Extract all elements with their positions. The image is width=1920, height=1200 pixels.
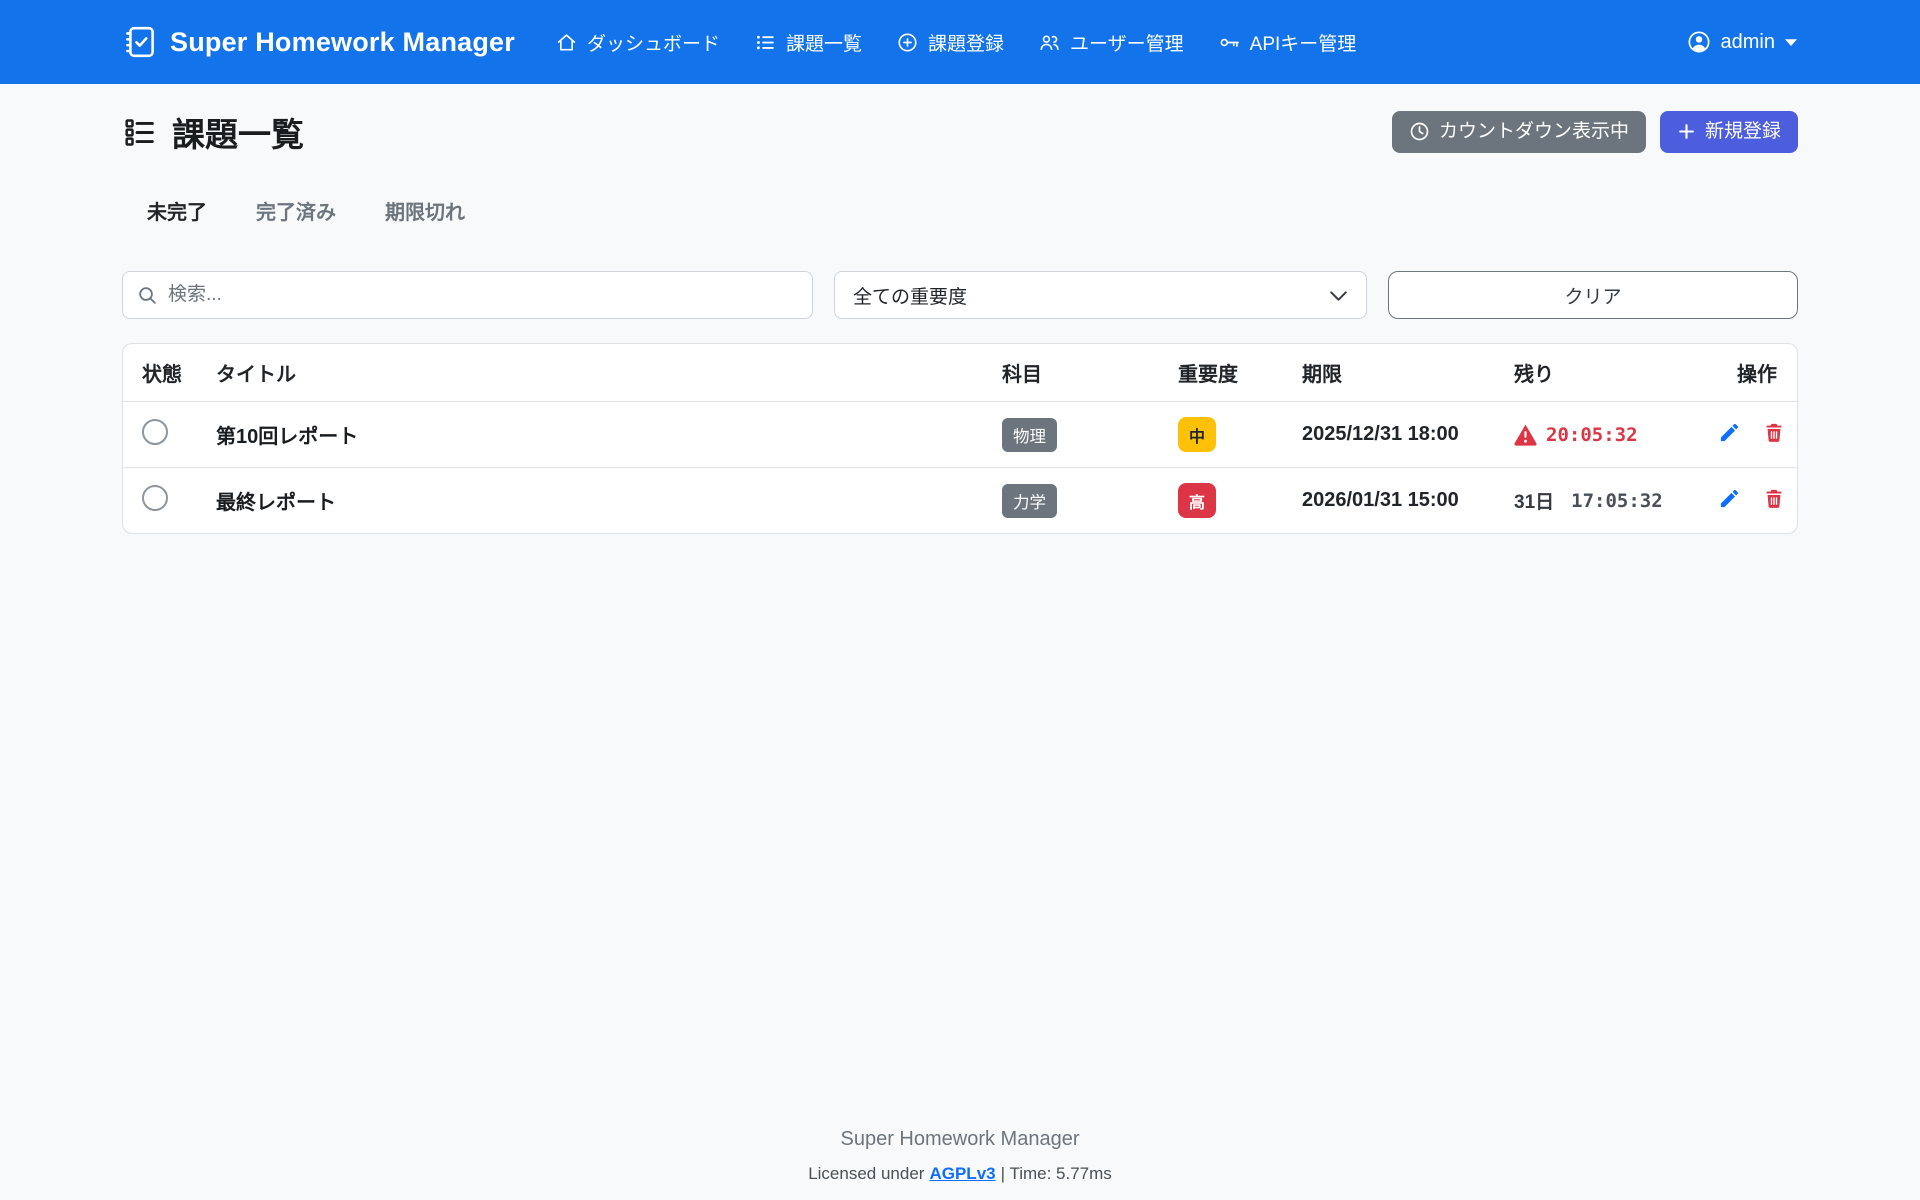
person-circle-icon (1686, 29, 1712, 55)
user-name: admin (1721, 31, 1775, 54)
plus-circle-icon (896, 31, 919, 54)
importance-select[interactable]: 全ての重要度 (834, 271, 1367, 319)
pencil-icon (1718, 487, 1741, 510)
page-title-text: 課題一覧 (172, 108, 304, 156)
remaining-time: 20:05:32 (1514, 423, 1689, 446)
nav-item-label: APIキー管理 (1250, 29, 1357, 56)
table-header-row: 状態 タイトル 科目 重要度 期限 残り 操作 (123, 344, 1797, 402)
tab-incomplete[interactable]: 未完了 (147, 196, 207, 225)
navbar: Super Homework Manager ダッシュボード 課題 (0, 0, 1920, 84)
tab-overdue[interactable]: 期限切れ (385, 196, 465, 225)
delete-button[interactable] (1763, 487, 1785, 510)
warning-icon (1514, 423, 1537, 446)
importance-selected-value: 全ての重要度 (853, 282, 967, 309)
main-content: 課題一覧 カウントダウン表示中 新規登録 未完了 (122, 84, 1798, 534)
filter-bar: 全ての重要度 クリア (122, 271, 1798, 319)
chevron-down-icon (1329, 289, 1348, 302)
countdown-value: 17:05:32 (1571, 490, 1663, 512)
edit-button[interactable] (1718, 487, 1741, 510)
footer-license: Licensed under AGPLv3 | Time: 5.77ms (808, 1164, 1112, 1184)
col-actions: 操作 (1699, 344, 1797, 402)
nav-item-label: 課題一覧 (786, 29, 862, 56)
edit-button[interactable] (1718, 421, 1741, 444)
due-date: 2025/12/31 18:00 (1302, 423, 1459, 445)
brand-title: Super Homework Manager (170, 27, 515, 58)
list-icon (754, 31, 777, 54)
complete-toggle[interactable] (142, 419, 168, 445)
col-subject: 科目 (983, 344, 1159, 402)
plus-icon (1677, 122, 1696, 141)
countdown-value: 20:05:32 (1546, 424, 1638, 446)
importance-badge: 中 (1178, 417, 1216, 452)
license-link[interactable]: AGPLv3 (929, 1164, 995, 1184)
status-tabs: 未完了 完了済み 期限切れ (122, 196, 1798, 225)
due-date: 2026/01/31 15:00 (1302, 489, 1459, 511)
remaining-time: 31日 17:05:32 (1514, 487, 1689, 514)
key-icon (1218, 31, 1241, 54)
col-due: 期限 (1283, 344, 1495, 402)
tab-completed[interactable]: 完了済み (256, 196, 336, 225)
delete-button[interactable] (1763, 421, 1785, 444)
search-input[interactable] (168, 284, 798, 306)
nav-item-label: 課題登録 (928, 29, 1004, 56)
new-task-label: 新規登録 (1705, 121, 1781, 144)
complete-toggle[interactable] (142, 485, 168, 511)
list-task-icon (122, 115, 157, 150)
caret-down-icon (1784, 38, 1798, 47)
license-prefix: Licensed under (808, 1164, 924, 1184)
nav-item-dashboard[interactable]: ダッシュボード (555, 29, 720, 56)
users-icon (1038, 31, 1061, 54)
col-status: 状態 (123, 344, 197, 402)
license-suffix: | Time: 5.77ms (1001, 1164, 1112, 1184)
row-actions (1718, 421, 1785, 444)
nav-item-api-keys[interactable]: APIキー管理 (1218, 29, 1357, 56)
nav-links: ダッシュボード 課題一覧 課題登録 (555, 29, 1356, 56)
home-icon (555, 31, 578, 54)
page-title: 課題一覧 (122, 108, 304, 156)
pencil-icon (1718, 421, 1741, 444)
search-box (122, 271, 813, 319)
remaining-days: 31日 (1514, 487, 1554, 514)
nav-item-label: ユーザー管理 (1070, 29, 1184, 56)
task-title: 第10回レポート (216, 426, 358, 448)
subject-badge: 力学 (1002, 484, 1057, 518)
trash-icon (1763, 421, 1785, 444)
table-row: 第10回レポート 物理 中 2025/12/31 18:00 (123, 402, 1797, 468)
header-actions: カウントダウン表示中 新規登録 (1392, 111, 1798, 154)
countdown-toggle-button[interactable]: カウントダウン表示中 (1392, 111, 1646, 154)
journal-check-icon (122, 24, 158, 60)
col-remaining: 残り (1495, 344, 1699, 402)
page-header: 課題一覧 カウントダウン表示中 新規登録 (122, 108, 1798, 156)
countdown-toggle-label: カウントダウン表示中 (1439, 121, 1629, 144)
row-actions (1718, 487, 1785, 510)
nav-item-task-create[interactable]: 課題登録 (896, 29, 1004, 56)
col-title: タイトル (197, 344, 983, 402)
importance-badge: 高 (1178, 483, 1216, 518)
brand[interactable]: Super Homework Manager (122, 24, 515, 60)
search-icon (137, 285, 158, 306)
nav-item-user-management[interactable]: ユーザー管理 (1038, 29, 1184, 56)
trash-icon (1763, 487, 1785, 510)
footer: Super Homework Manager Licensed under AG… (0, 1128, 1920, 1200)
col-importance: 重要度 (1159, 344, 1283, 402)
new-task-button[interactable]: 新規登録 (1660, 111, 1798, 154)
clear-button[interactable]: クリア (1388, 271, 1798, 319)
footer-app-name: Super Homework Manager (0, 1128, 1920, 1151)
task-table: 状態 タイトル 科目 重要度 期限 残り 操作 第10回レポート 物理 中 20… (123, 344, 1797, 533)
task-title: 最終レポート (216, 492, 336, 514)
clock-icon (1409, 121, 1430, 142)
nav-item-label: ダッシュボード (587, 29, 720, 56)
task-table-card: 状態 タイトル 科目 重要度 期限 残り 操作 第10回レポート 物理 中 20… (122, 343, 1798, 534)
user-menu[interactable]: admin (1686, 29, 1798, 55)
table-row: 最終レポート 力学 高 2026/01/31 15:00 31日 17:05:3… (123, 468, 1797, 534)
subject-badge: 物理 (1002, 418, 1057, 452)
nav-item-task-list[interactable]: 課題一覧 (754, 29, 862, 56)
